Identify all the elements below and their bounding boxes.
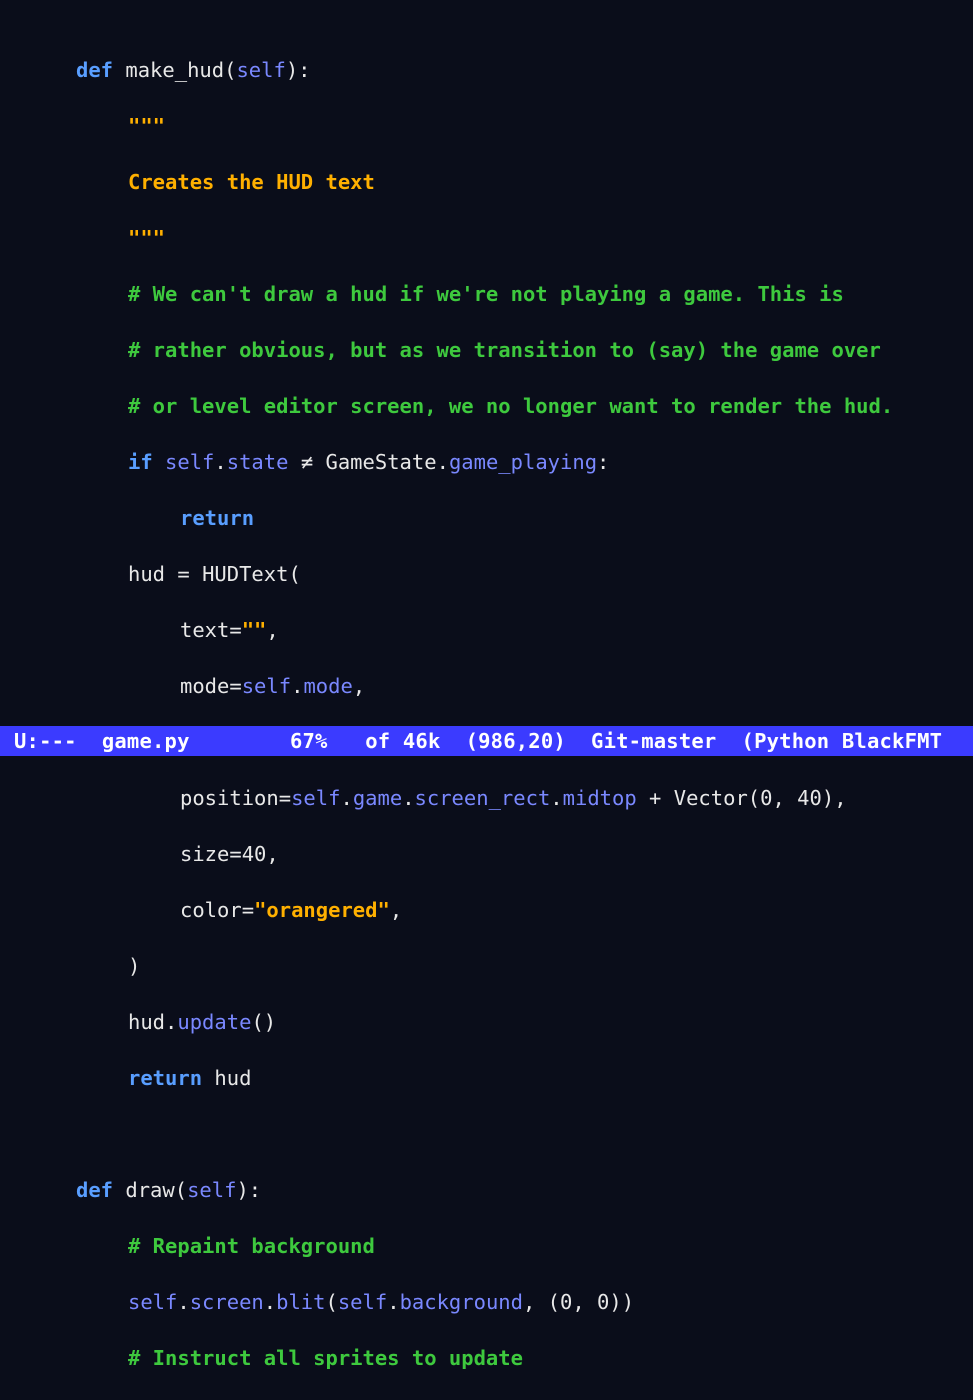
modeline-status: U:--- [14,729,77,753]
code-line: size=40, [0,840,973,868]
code-line: hud = HUDText( [0,560,973,588]
code-line: if self.state ≠ GameState.game_playing: [0,448,973,476]
code-line: def make_hud(self): [0,56,973,84]
emacs-modeline[interactable]: U:--- game.py 67% of 46k (986,20) Git-ma… [0,726,973,756]
code-editor[interactable]: def make_hud(self): """ Creates the HUD … [0,0,973,756]
code-line: return [0,504,973,532]
modeline-filename: game.py [102,729,190,753]
modeline-percent: 67% [290,729,328,753]
code-line: def draw(self): [0,1176,973,1204]
code-line: return hud [0,1064,973,1092]
code-line: # We can't draw a hud if we're not playi… [0,280,973,308]
code-line: Creates the HUD text [0,168,973,196]
code-line: self.screen.blit(self.background, (0, 0)… [0,1288,973,1316]
modeline-position: (986,20) [466,729,566,753]
code-line: # rather obvious, but as we transition t… [0,336,973,364]
code-line: mode=self.mode, [0,672,973,700]
modeline-modes: (Python BlackFMT [742,729,943,753]
code-line: text="", [0,616,973,644]
code-line: ) [0,952,973,980]
modeline-size: of 46k [365,729,440,753]
code-line: """ [0,224,973,252]
code-line: position=self.game.screen_rect.midtop + … [0,784,973,812]
code-line: # Repaint background [0,1232,973,1260]
code-line [0,1120,973,1148]
code-line: color="orangered", [0,896,973,924]
modeline-vc: Git-master [591,729,716,753]
code-line: """ [0,112,973,140]
code-line: # Instruct all sprites to update [0,1344,973,1372]
code-line: # or level editor screen, we no longer w… [0,392,973,420]
code-line: hud.update() [0,1008,973,1036]
